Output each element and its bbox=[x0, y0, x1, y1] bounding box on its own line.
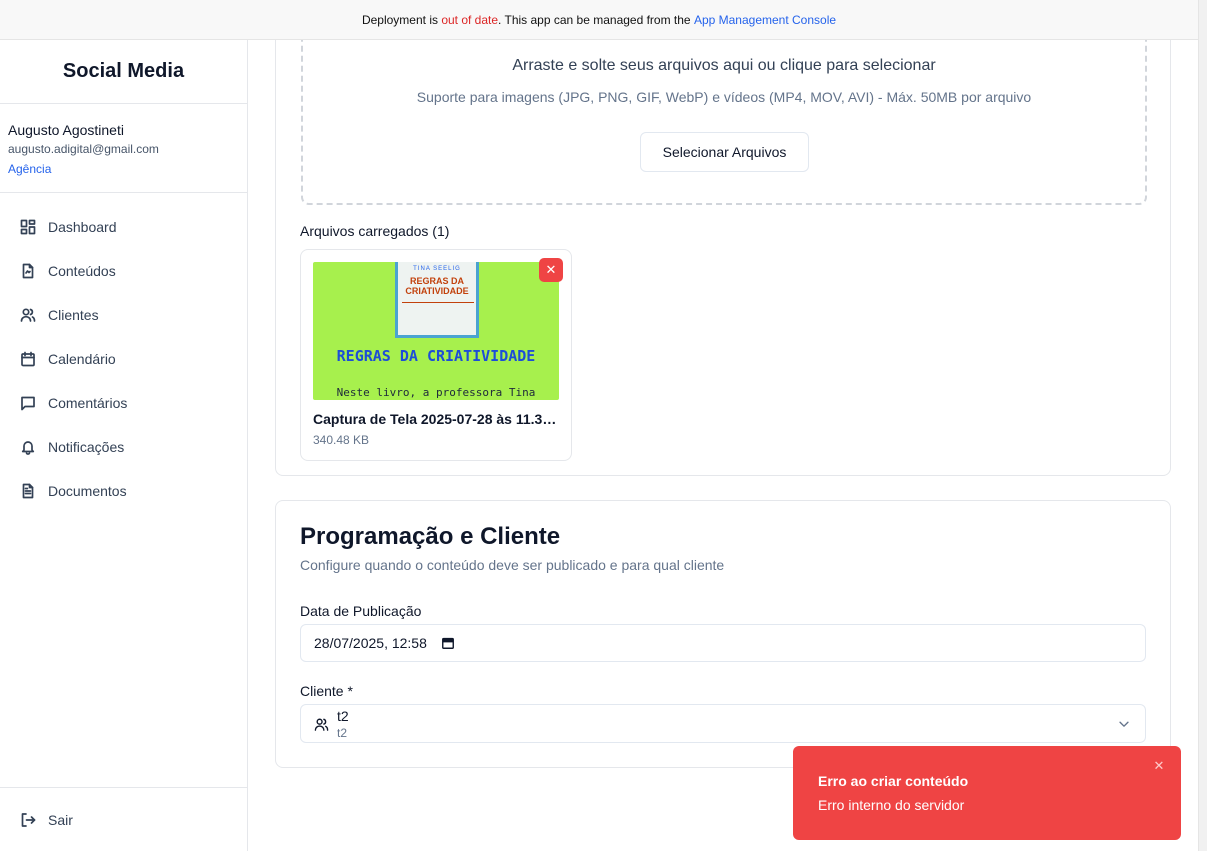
sidebar-item-label: Comentários bbox=[48, 395, 128, 411]
uploaded-file-card: TINA SEELIG REGRAS DA CRIATIVIDADE REGRA… bbox=[300, 249, 572, 461]
dropzone-subtitle: Suporte para imagens (JPG, PNG, GIF, Web… bbox=[416, 89, 1032, 105]
sidebar: Social Media Augusto Agostineti augusto.… bbox=[0, 40, 248, 851]
file-dropzone[interactable]: Arraste e solte seus arquivos aqui ou cl… bbox=[301, 40, 1147, 205]
sidebar-item-label: Clientes bbox=[48, 307, 99, 323]
sidebar-item-label: Dashboard bbox=[48, 219, 117, 235]
app-brand: Social Media bbox=[0, 40, 247, 104]
banner-prefix: Deployment is bbox=[361, 12, 438, 27]
sidebar-item-documentos[interactable]: Documentos bbox=[0, 469, 247, 513]
sidebar-item-label: Documentos bbox=[48, 483, 127, 499]
calendar-picker-icon[interactable] bbox=[441, 636, 455, 650]
publish-date-value: 28/07/2025, 12:58 bbox=[314, 635, 427, 651]
close-icon: ✕ bbox=[545, 262, 557, 277]
toast-message: Erro interno do servidor bbox=[818, 797, 965, 813]
client-select[interactable]: t2 t2 bbox=[300, 704, 1146, 743]
sidebar-item-calendario[interactable]: Calendário bbox=[0, 337, 247, 381]
error-toast: Erro ao criar conteúdo Erro interno do s… bbox=[793, 746, 1181, 840]
file-size: 340.48 KB bbox=[313, 433, 370, 447]
banner-status: out of date bbox=[441, 12, 499, 27]
sidebar-footer: Sair bbox=[0, 787, 247, 851]
client-label: Cliente * bbox=[300, 683, 353, 699]
deployment-banner: Deployment is out of date. This app can … bbox=[0, 0, 1198, 40]
file-thumbnail: TINA SEELIG REGRAS DA CRIATIVIDADE REGRA… bbox=[313, 262, 559, 400]
close-icon: ✕ bbox=[1153, 758, 1165, 773]
publish-date-input[interactable]: 28/07/2025, 12:58 bbox=[300, 624, 1146, 662]
thumbnail-headline: REGRAS DA CRIATIVIDADE bbox=[336, 347, 536, 365]
users-icon bbox=[20, 307, 36, 323]
sidebar-item-notificacoes[interactable]: Notificações bbox=[0, 425, 247, 469]
sidebar-item-conteudos[interactable]: Conteúdos bbox=[0, 249, 247, 293]
book-cover: TINA SEELIG REGRAS DA CRIATIVIDADE bbox=[395, 262, 479, 338]
thumbnail-caption: Neste livro, a professora Tina bbox=[336, 386, 536, 399]
banner-middle: . This app can be managed from the bbox=[498, 12, 691, 27]
section-subtitle: Configure quando o conteúdo deve ser pub… bbox=[300, 557, 725, 573]
sidebar-item-clientes[interactable]: Clientes bbox=[0, 293, 247, 337]
file-name: Captura de Tela 2025-07-28 às 11.36.41 bbox=[313, 411, 561, 427]
app-console-link[interactable]: App Management Console bbox=[694, 13, 836, 27]
calendar-icon bbox=[20, 351, 36, 367]
dashboard-icon bbox=[20, 219, 36, 235]
user-info: Augusto Agostineti augusto.adigital@gmai… bbox=[0, 104, 247, 193]
logout-label: Sair bbox=[48, 811, 73, 828]
client-selected-sub: t2 bbox=[337, 726, 348, 740]
uploaded-files-label: Arquivos carregados (1) bbox=[300, 223, 450, 239]
sidebar-item-label: Notificações bbox=[48, 439, 125, 455]
main-content: Arraste e solte seus arquivos aqui ou cl… bbox=[248, 40, 1198, 851]
sidebar-item-label: Conteúdos bbox=[48, 263, 116, 279]
book-title: REGRAS DA CRIATIVIDADE bbox=[405, 276, 469, 296]
client-selected-name: t2 bbox=[337, 708, 349, 724]
logout-icon bbox=[20, 812, 36, 828]
toast-close-button[interactable]: ✕ bbox=[1151, 758, 1167, 774]
sidebar-item-comentarios[interactable]: Comentários bbox=[0, 381, 247, 425]
user-role: Agência bbox=[8, 162, 52, 176]
dropzone-title: Arraste e solte seus arquivos aqui ou cl… bbox=[512, 57, 936, 74]
section-title: Programação e Cliente bbox=[300, 523, 561, 550]
media-upload-card: Arraste e solte seus arquivos aqui ou cl… bbox=[275, 40, 1171, 476]
sidebar-item-dashboard[interactable]: Dashboard bbox=[0, 205, 247, 249]
book-subtitle-line bbox=[402, 302, 474, 316]
book-author: TINA SEELIG bbox=[413, 266, 461, 272]
select-files-button[interactable]: Selecionar Arquivos bbox=[640, 132, 809, 172]
user-email: augusto.adigital@gmail.com bbox=[8, 142, 159, 156]
user-name: Augusto Agostineti bbox=[8, 122, 124, 138]
logout-button[interactable]: Sair bbox=[0, 798, 73, 842]
publish-date-label: Data de Publicação bbox=[300, 603, 422, 619]
remove-file-button[interactable]: ✕ bbox=[539, 258, 563, 282]
file-content-icon bbox=[20, 263, 36, 279]
users-icon bbox=[314, 718, 329, 731]
page-scrollbar[interactable] bbox=[1198, 0, 1207, 851]
toast-title: Erro ao criar conteúdo bbox=[818, 773, 969, 789]
schedule-client-card: Programação e Cliente Configure quando o… bbox=[275, 500, 1171, 768]
comment-icon bbox=[20, 395, 36, 411]
sidebar-nav: Dashboard Conteúdos Clientes Calendário … bbox=[0, 193, 247, 513]
chevron-down-icon bbox=[1119, 721, 1129, 727]
sidebar-item-label: Calendário bbox=[48, 351, 116, 367]
bell-icon bbox=[20, 439, 36, 455]
document-icon bbox=[20, 483, 36, 499]
